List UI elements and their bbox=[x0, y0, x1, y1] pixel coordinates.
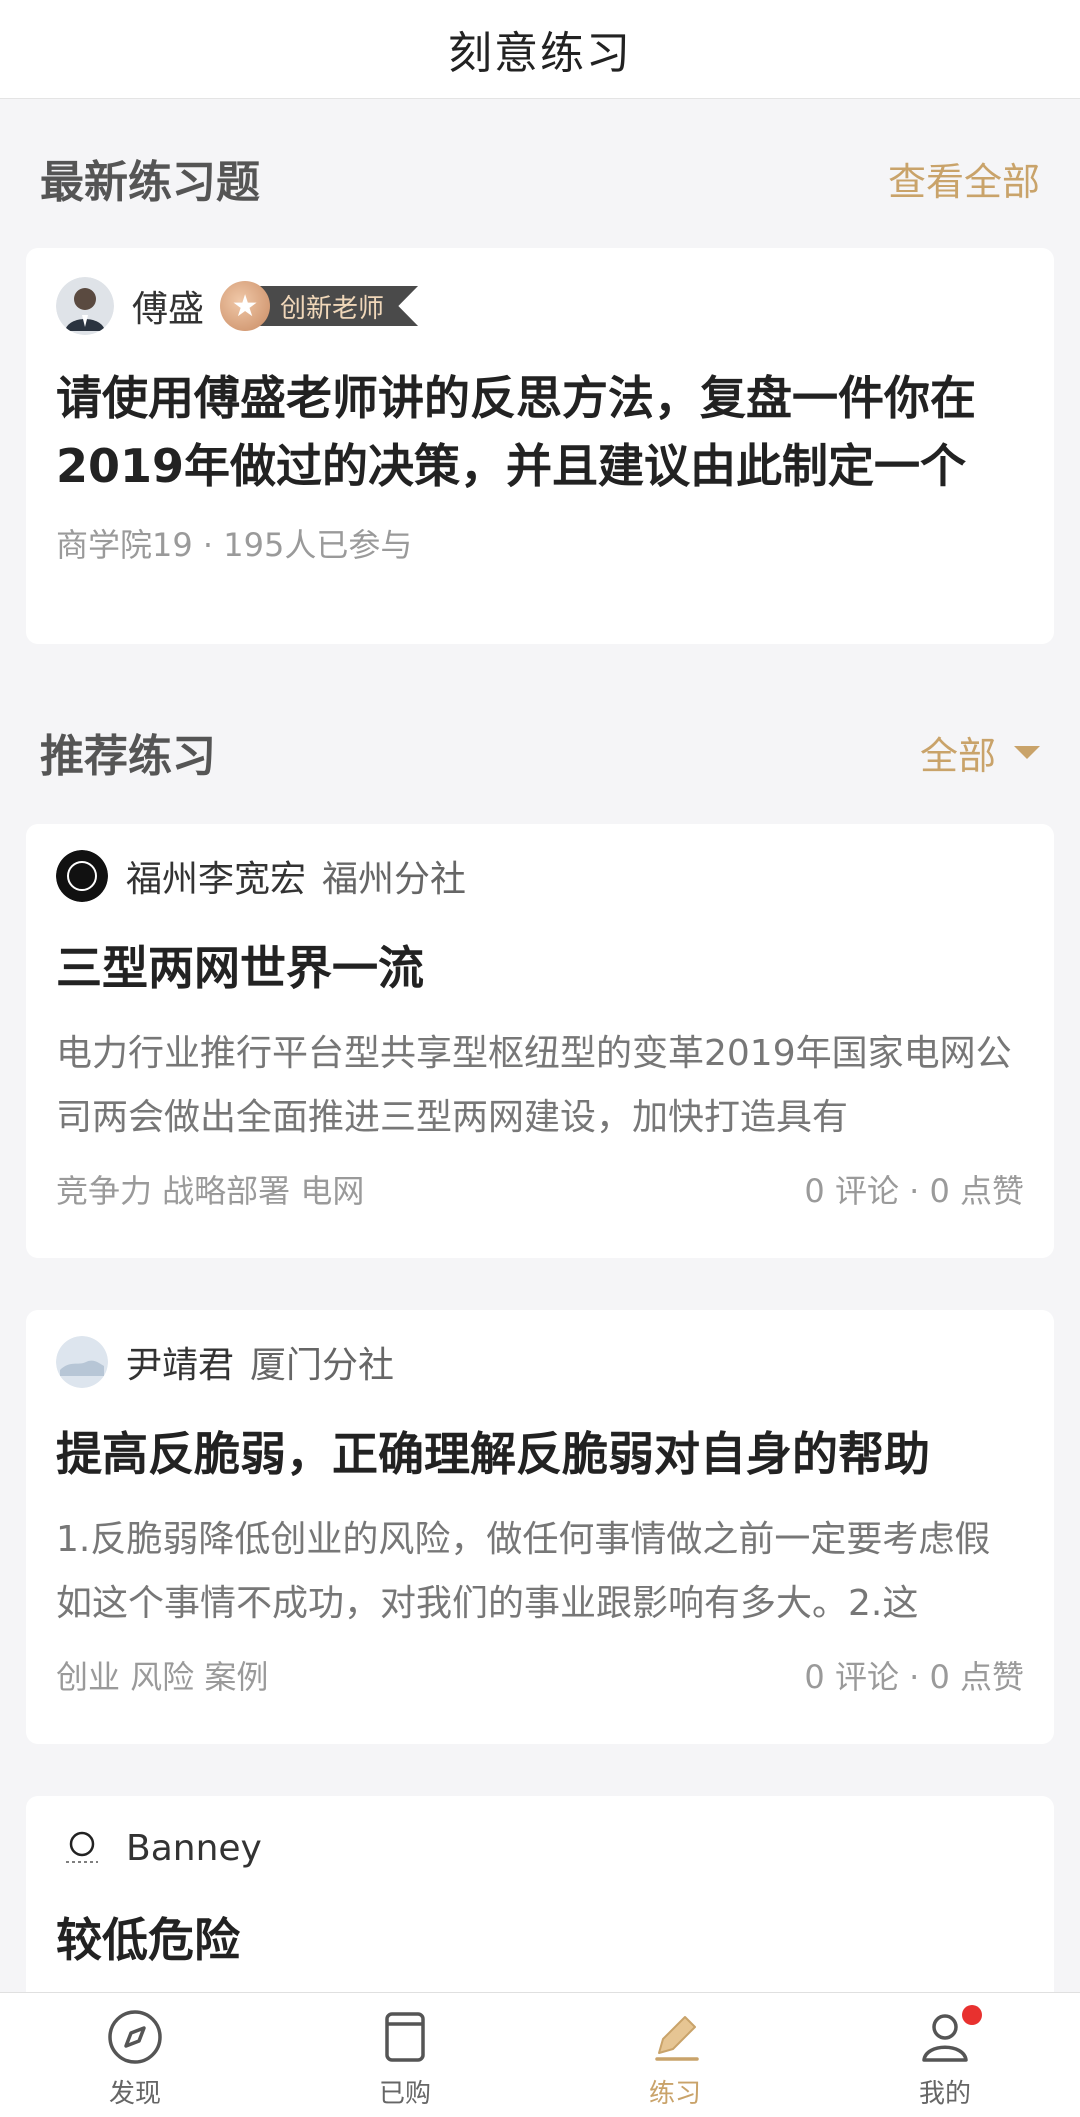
tag-list: 竞争力 战略部署 电网 bbox=[56, 1172, 365, 1210]
exercise-title: 较低危险 bbox=[56, 1913, 240, 1967]
badge-label: 创新老师 bbox=[254, 286, 419, 326]
latest-section-header: 最新练习题 查看全部 bbox=[0, 138, 1080, 218]
exercise-excerpt: 电力行业推行平台型共享型枢纽型的变革2019年国家电网公司两会做出全面推进三型两… bbox=[56, 1033, 1012, 1138]
page-title: 刻意练习 bbox=[448, 28, 632, 79]
recommended-heading: 推荐练习 bbox=[40, 731, 216, 782]
exercise-meta: 竞争力 战略部署 电网 0 评论 · 0 点赞 bbox=[56, 1166, 1024, 1212]
exercise-title: 提高反脆弱，正确理解反脆弱对自身的帮助 bbox=[56, 1427, 930, 1481]
exercise-meta: 商学院19 · 195人已参与 bbox=[56, 520, 1024, 566]
author-name: 傅盛 bbox=[132, 289, 205, 330]
tab-purchased[interactable]: 已购 bbox=[270, 1993, 540, 2117]
author-avatar bbox=[56, 1336, 108, 1388]
top-bar: 刻意练习 bbox=[0, 0, 1080, 99]
tab-label: 发现 bbox=[108, 2079, 161, 2109]
author-avatar bbox=[56, 277, 114, 335]
author-branch: 厦门分社 bbox=[250, 1345, 395, 1386]
participation-text: 商学院19 · 195人已参与 bbox=[56, 526, 413, 564]
tab-mine[interactable]: 我的 bbox=[810, 1993, 1080, 2117]
engagement-stats: 0 评论 · 0 点赞 bbox=[804, 1658, 1024, 1696]
exercise-excerpt: 1.反脆弱降低创业的风险，做任何事情做之前一定要考虑假如这个事情不成功，对我们的… bbox=[56, 1519, 991, 1624]
author-avatar bbox=[56, 1822, 108, 1874]
author-avatar bbox=[56, 850, 108, 902]
author-branch: 福州分社 bbox=[322, 859, 467, 900]
card-author: 福州李宽宏 福州分社 bbox=[56, 846, 1024, 906]
medal-icon: ★ bbox=[220, 281, 271, 331]
recommended-card[interactable]: Banney 较低危险 bbox=[26, 1796, 1054, 2016]
tab-label: 我的 bbox=[918, 2079, 971, 2109]
tab-label: 已购 bbox=[378, 2079, 431, 2109]
view-all-link[interactable]: 查看全部 bbox=[888, 151, 1040, 206]
notification-dot bbox=[962, 2005, 982, 2025]
compass-icon bbox=[108, 2010, 162, 2064]
latest-exercise-card[interactable]: 傅盛 ★ 创新老师 请使用傅盛老师讲的反思方法，复盘一件你在2019年做过的决策… bbox=[26, 248, 1054, 644]
card-author: Banney bbox=[56, 1818, 1024, 1878]
book-icon bbox=[385, 2012, 425, 2062]
latest-heading: 最新练习题 bbox=[40, 157, 260, 208]
recommended-section-header: 推荐练习 全部 bbox=[0, 712, 1080, 792]
filter-dropdown[interactable]: 全部 bbox=[920, 725, 1040, 780]
filter-label: 全部 bbox=[919, 733, 996, 778]
bottom-tab-bar: 发现 已购 练习 我的 bbox=[0, 1992, 1080, 2117]
card-author: 傅盛 ★ 创新老师 bbox=[56, 276, 1024, 336]
exercise-title: 请使用傅盛老师讲的反思方法，复盘一件你在2019年做过的决策，并且建议由此制定一… bbox=[56, 371, 976, 493]
recommended-card[interactable]: 福州李宽宏 福州分社 三型两网世界一流 电力行业推行平台型共享型枢纽型的变革20… bbox=[26, 824, 1054, 1258]
exercise-title: 三型两网世界一流 bbox=[56, 941, 424, 995]
pencil-icon bbox=[655, 2016, 699, 2061]
tag-list: 创业 风险 案例 bbox=[56, 1658, 269, 1696]
chevron-down-icon bbox=[1014, 745, 1040, 759]
tab-practice[interactable]: 练习 bbox=[540, 1993, 810, 2117]
exercise-meta: 创业 风险 案例 0 评论 · 0 点赞 bbox=[56, 1652, 1024, 1698]
tab-discover[interactable]: 发现 bbox=[0, 1993, 270, 2117]
teacher-badge: ★ 创新老师 bbox=[220, 281, 419, 331]
tab-label: 练习 bbox=[648, 2079, 701, 2109]
engagement-stats: 0 评论 · 0 点赞 bbox=[804, 1172, 1024, 1210]
card-author: 尹靖君 厦门分社 bbox=[56, 1332, 1024, 1392]
author-name: 尹靖君 bbox=[126, 1345, 235, 1386]
author-name: Banney bbox=[126, 1827, 262, 1869]
recommended-card[interactable]: 尹靖君 厦门分社 提高反脆弱，正确理解反脆弱对自身的帮助 1.反脆弱降低创业的风… bbox=[26, 1310, 1054, 1744]
author-name: 福州李宽宏 bbox=[126, 859, 307, 900]
